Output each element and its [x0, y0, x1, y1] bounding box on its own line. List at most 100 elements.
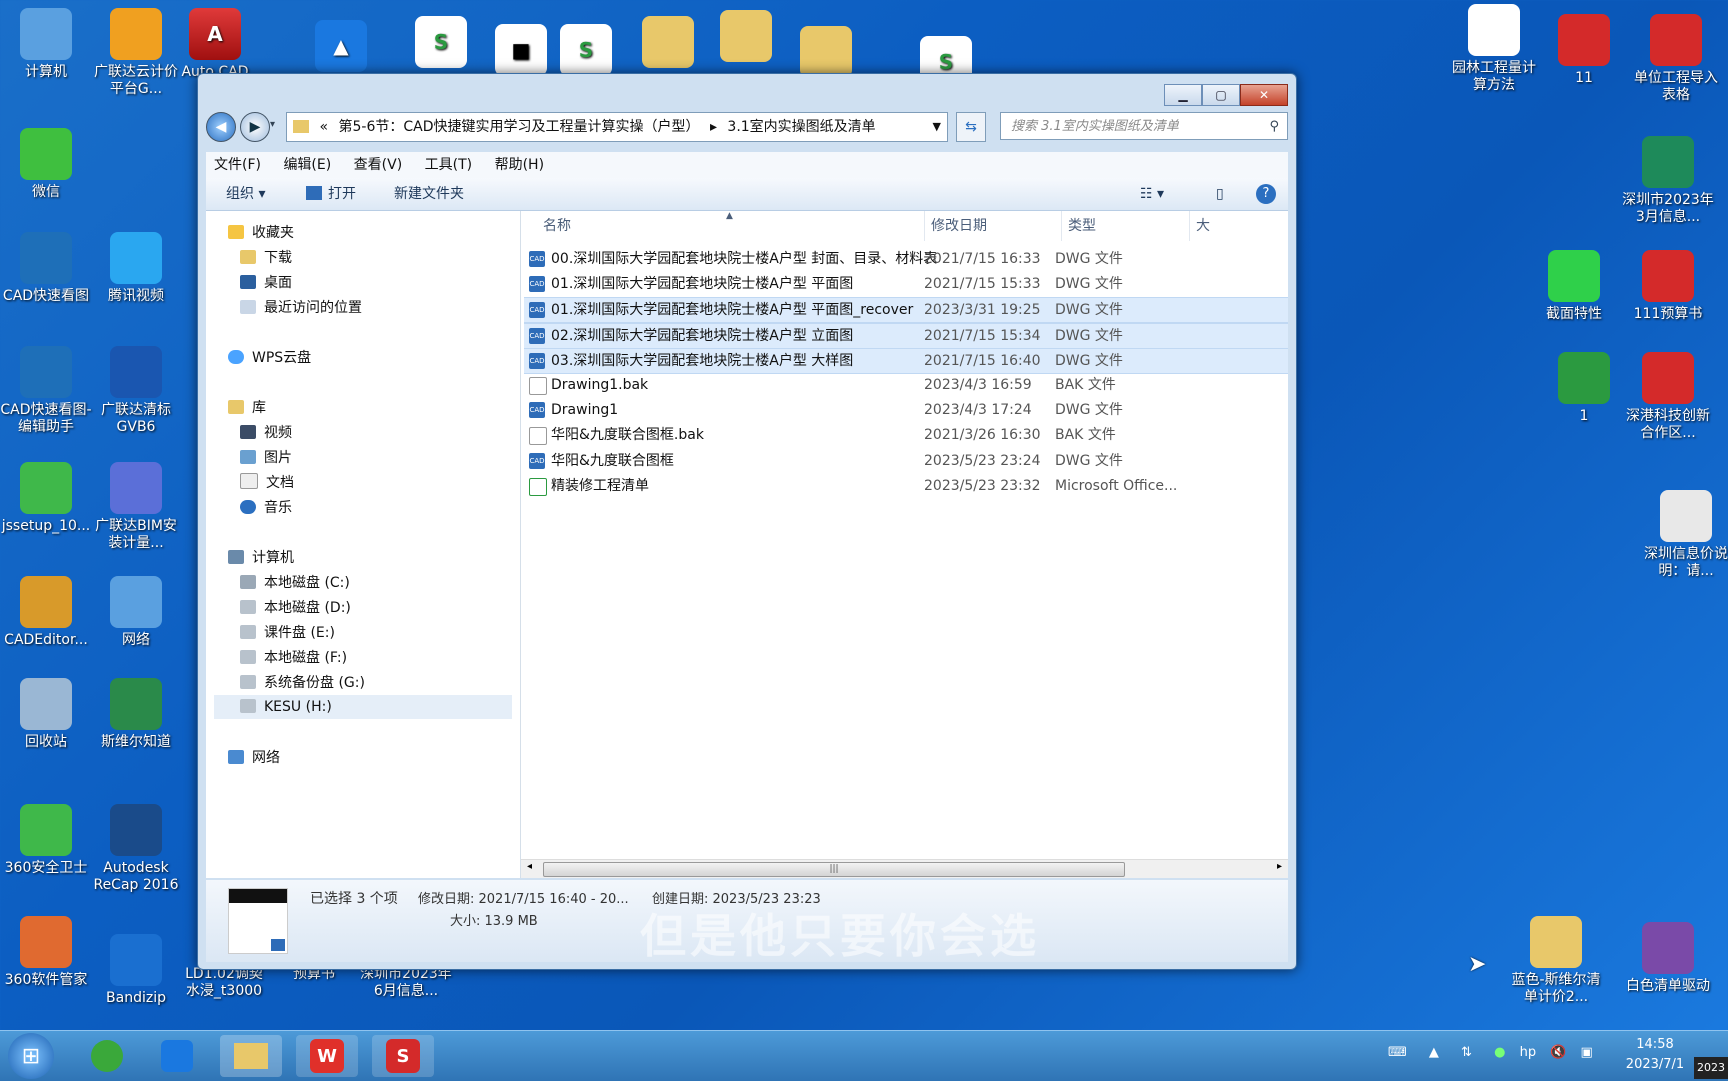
- desktop-icon-thsware[interactable]: 111预算书: [1622, 250, 1714, 323]
- desktop-icon-glodon-cloud[interactable]: 广联达云计价平台G...: [90, 8, 182, 98]
- desktop-icon-partial[interactable]: ▲: [295, 20, 387, 76]
- desktop-icon-price[interactable]: 深圳市2023年3月信息...: [1622, 136, 1714, 226]
- back-button[interactable]: ◀: [206, 112, 236, 142]
- desktop-icon-doc-thumb[interactable]: 园林工程量计算方法: [1448, 4, 1540, 94]
- help-button[interactable]: ?: [1256, 184, 1276, 204]
- file-row[interactable]: CAD 华阳&九度联合图框 2023/5/23 23:24 DWG 文件: [524, 449, 1288, 473]
- taskbar-app[interactable]: [146, 1035, 208, 1077]
- view-options-button[interactable]: ☷ ▾: [1140, 178, 1164, 210]
- minimize-button[interactable]: ▁: [1164, 84, 1202, 106]
- nav-music[interactable]: 音乐: [240, 496, 292, 520]
- desktop-icon-thsware[interactable]: 深港科技创新合作区...: [1622, 352, 1714, 442]
- file-row[interactable]: CAD 01.深圳国际大学园配套地块院士楼A户型 平面图 2021/7/15 15:…: [524, 272, 1288, 296]
- desktop-icon-text-file[interactable]: 深圳信息价说明：请...: [1640, 490, 1728, 580]
- start-button[interactable]: ⊞: [8, 1033, 54, 1079]
- file-row[interactable]: CAD Drawing1 2023/4/3 17:24 DWG 文件: [524, 398, 1288, 422]
- chevron-down-icon[interactable]: ▼: [933, 113, 941, 141]
- menu-view[interactable]: 查看(V): [354, 157, 403, 173]
- maximize-button[interactable]: ▢: [1202, 84, 1240, 106]
- taskbar-browser[interactable]: [76, 1035, 138, 1077]
- menu-file[interactable]: 文件(F): [214, 157, 261, 173]
- nav-library[interactable]: 库: [228, 396, 266, 420]
- file-row[interactable]: CAD 01.深圳国际大学园配套地块院士楼A户型 平面图_recover 2023/…: [524, 297, 1288, 324]
- desktop-icon-cad-editor-helper[interactable]: CAD快速看图-编辑助手: [0, 346, 92, 436]
- desktop-icon-glodon-bim[interactable]: 广联达BIM安装计量...: [90, 462, 182, 552]
- menu-edit[interactable]: 编辑(E): [283, 157, 331, 173]
- breadcrumb-part[interactable]: 3.1室内实操图纸及清单: [727, 119, 875, 135]
- column-size[interactable]: 大: [1189, 211, 1210, 241]
- show-hidden-icons[interactable]: ▲: [1429, 1045, 1439, 1060]
- desktop-icon-section[interactable]: 截面特性: [1528, 250, 1620, 323]
- file-row[interactable]: CAD 03.深圳国际大学园配套地块院士楼A户型 大样图 2021/7/15 16:…: [524, 347, 1288, 374]
- file-row[interactable]: CAD 00.深圳国际大学园配套地块院士楼A户型 封面、目录、材料表 2021/7/…: [524, 247, 1288, 271]
- column-type[interactable]: 类型: [1061, 211, 1096, 241]
- network-tray-icon[interactable]: ▣: [1581, 1045, 1593, 1060]
- desktop-icon-bandizip[interactable]: Bandizip: [90, 934, 182, 1007]
- desktop-icon-partial[interactable]: S: [540, 24, 632, 80]
- file-row[interactable]: 华阳&九度联合图框.bak 2021/3/26 16:30 BAK 文件: [524, 423, 1288, 447]
- nav-network[interactable]: 网络: [228, 746, 280, 770]
- desktop-icon-cad-viewer[interactable]: CAD快速看图: [0, 232, 92, 305]
- column-name[interactable]: 名称: [543, 211, 571, 241]
- nav-favorites[interactable]: 收藏夹: [228, 221, 294, 245]
- file-row[interactable]: Drawing1.bak 2023/4/3 16:59 BAK 文件: [524, 373, 1288, 397]
- desktop-icon-tencent-video[interactable]: 腾讯视频: [90, 232, 182, 305]
- desktop-icon-download[interactable]: jssetup_10...: [0, 462, 92, 535]
- nav-drive-h[interactable]: KESU (H:): [214, 695, 512, 719]
- desktop-icon-360-software[interactable]: 360软件管家: [0, 916, 92, 989]
- desktop-icon-thsware[interactable]: 单位工程导入表格: [1630, 14, 1722, 104]
- desktop-icon-thsware-know[interactable]: 斯维尔知道: [90, 678, 182, 751]
- close-button[interactable]: ✕: [1240, 84, 1288, 106]
- nav-wps-cloud[interactable]: WPS云盘: [228, 346, 311, 370]
- forward-button[interactable]: ▶: [240, 112, 270, 142]
- search-input[interactable]: 搜索 3.1室内实操图纸及清单 ⚲: [1000, 112, 1288, 140]
- desktop-icon-partial[interactable]: S: [395, 16, 487, 72]
- nav-downloads[interactable]: 下载: [240, 246, 292, 270]
- desktop-icon-wechat[interactable]: 微信: [0, 128, 92, 201]
- breadcrumb-part[interactable]: 第5-6节：CAD快捷键实用学习及工程量计算实操（户型）: [338, 119, 699, 135]
- desktop-icon-rar[interactable]: 白色清单驱动: [1622, 922, 1714, 995]
- volume-muted-icon[interactable]: 🔇: [1550, 1045, 1566, 1060]
- menu-help[interactable]: 帮助(H): [495, 157, 544, 173]
- nav-drive-g[interactable]: 系统备份盘 (G:): [240, 671, 365, 695]
- nav-drive-c[interactable]: 本地磁盘 (C:): [240, 571, 350, 595]
- nav-videos[interactable]: 视频: [240, 421, 292, 445]
- desktop-icon-ld102[interactable]: LD1.02调契水浸_t3000: [180, 966, 268, 1000]
- desktop-icon-360-safe[interactable]: 360安全卫士: [0, 804, 92, 877]
- title-bar[interactable]: ▁ ▢ ✕: [198, 74, 1296, 108]
- nav-desktop[interactable]: 桌面: [240, 271, 292, 295]
- nav-pictures[interactable]: 图片: [240, 446, 292, 470]
- nav-recent[interactable]: 最近访问的位置: [240, 296, 362, 320]
- nav-drive-f[interactable]: 本地磁盘 (F:): [240, 646, 347, 670]
- nav-computer[interactable]: 计算机: [228, 546, 294, 570]
- desktop-icon-network[interactable]: 网络: [90, 576, 182, 649]
- nav-drive-e[interactable]: 课件盘 (E:): [240, 621, 335, 645]
- open-button[interactable]: 打开: [306, 178, 356, 210]
- usb-icon[interactable]: ⇅: [1461, 1045, 1472, 1060]
- menu-tools[interactable]: 工具(T): [425, 157, 472, 173]
- scrollbar-thumb[interactable]: |||: [543, 862, 1125, 877]
- clock[interactable]: 14:58 2023/7/1: [1620, 1035, 1690, 1075]
- new-folder-button[interactable]: 新建文件夹: [394, 178, 464, 210]
- preview-pane-button[interactable]: ▯: [1216, 178, 1224, 210]
- desktop-icon-recap[interactable]: Autodesk ReCap 2016: [90, 804, 182, 894]
- scroll-right-icon[interactable]: ▸: [1277, 861, 1282, 872]
- taskbar-thsware[interactable]: S: [372, 1035, 434, 1077]
- desktop-icon-glodon-gvb6[interactable]: 广联达清标GVB6: [90, 346, 182, 436]
- desktop-icon-shenzhen-june[interactable]: 深圳市2023年6月信息...: [360, 966, 452, 1000]
- organize-button[interactable]: 组织 ▾: [226, 178, 265, 210]
- desktop-icon-folder[interactable]: 蓝色-斯维尔清单计价2...: [1510, 916, 1602, 1006]
- nav-drive-d[interactable]: 本地磁盘 (D:): [240, 596, 351, 620]
- taskbar-wps[interactable]: W: [296, 1035, 358, 1077]
- nav-documents[interactable]: 文档: [240, 471, 294, 495]
- desktop-icon-partial[interactable]: [700, 10, 792, 66]
- desktop-icon-wps-sheet[interactable]: 1: [1538, 352, 1630, 425]
- scroll-left-icon[interactable]: ◂: [527, 861, 532, 872]
- file-row[interactable]: CAD 02.深圳国际大学园配套地块院士楼A户型 立面图 2021/7/15 15:…: [524, 322, 1288, 349]
- recent-pages-dropdown[interactable]: ▾: [270, 119, 275, 130]
- desktop-icon-thsware[interactable]: 11: [1538, 14, 1630, 87]
- wechat-tray-icon[interactable]: ●: [1494, 1045, 1505, 1060]
- desktop-icon-cadeditor[interactable]: CADEditor...: [0, 576, 92, 649]
- refresh-button[interactable]: ⇆: [956, 112, 986, 142]
- file-row[interactable]: 精装修工程清单 2023/5/23 23:32 Microsoft Office..…: [524, 474, 1288, 498]
